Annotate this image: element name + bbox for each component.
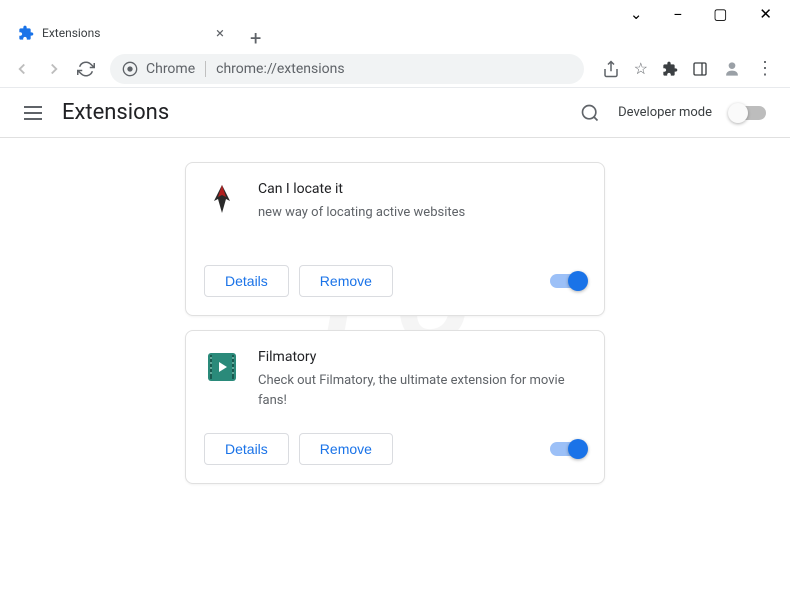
details-button[interactable]: Details xyxy=(204,265,289,297)
hamburger-menu-icon[interactable] xyxy=(24,106,42,120)
window-caret-icon[interactable]: ⌄ xyxy=(630,5,643,23)
page-header: Extensions Developer mode xyxy=(0,88,790,138)
bookmark-star-icon[interactable]: ☆ xyxy=(634,59,648,78)
window-minimize-icon[interactable]: _ xyxy=(674,0,681,18)
window-close-icon[interactable]: ✕ xyxy=(759,5,772,23)
tab-close-icon[interactable]: × xyxy=(212,24,228,42)
extensions-list: Can I locate it new way of locating acti… xyxy=(0,138,790,508)
page-title: Extensions xyxy=(62,100,169,125)
search-icon[interactable] xyxy=(580,103,600,123)
back-button[interactable] xyxy=(8,55,36,83)
puzzle-piece-icon xyxy=(18,25,34,41)
extension-enabled-toggle[interactable] xyxy=(550,274,586,288)
reload-button[interactable] xyxy=(72,55,100,83)
details-button[interactable]: Details xyxy=(204,433,289,465)
new-tab-icon[interactable]: + xyxy=(238,26,273,50)
tab-title: Extensions xyxy=(42,26,212,40)
browser-toolbar: Chrome chrome://extensions ☆ ⋮ xyxy=(0,50,790,88)
profile-avatar-icon[interactable] xyxy=(722,59,742,79)
window-controls: ⌄ _ ▢ ✕ xyxy=(0,0,790,14)
extensions-puzzle-icon[interactable] xyxy=(662,61,678,77)
extension-description: Check out Filmatory, the ultimate extens… xyxy=(258,371,586,410)
developer-mode-label: Developer mode xyxy=(618,105,712,120)
extension-description: new way of locating active websites xyxy=(258,203,586,223)
toolbar-icons: ☆ ⋮ xyxy=(594,58,782,79)
extension-card: Can I locate it new way of locating acti… xyxy=(185,162,605,316)
remove-button[interactable]: Remove xyxy=(299,433,393,465)
forward-button[interactable] xyxy=(40,55,68,83)
developer-mode-toggle[interactable] xyxy=(730,106,766,120)
share-icon[interactable] xyxy=(602,60,620,78)
remove-button[interactable]: Remove xyxy=(299,265,393,297)
more-menu-icon[interactable]: ⋮ xyxy=(756,58,774,79)
url-text: chrome://extensions xyxy=(214,61,344,77)
extension-name: Can I locate it xyxy=(258,181,586,197)
chrome-icon xyxy=(122,61,138,77)
tab-bar: Extensions × + xyxy=(0,14,790,50)
extension-enabled-toggle[interactable] xyxy=(550,442,586,456)
extension-card: Filmatory Check out Filmatory, the ultim… xyxy=(185,330,605,484)
address-bar[interactable]: Chrome chrome://extensions xyxy=(110,54,584,84)
url-prefix: Chrome xyxy=(146,61,206,77)
side-panel-icon[interactable] xyxy=(692,61,708,77)
extension-icon xyxy=(204,349,240,385)
extension-name: Filmatory xyxy=(258,349,586,365)
window-maximize-icon[interactable]: ▢ xyxy=(713,5,727,23)
extension-icon xyxy=(204,181,240,217)
browser-tab[interactable]: Extensions × xyxy=(8,16,238,50)
